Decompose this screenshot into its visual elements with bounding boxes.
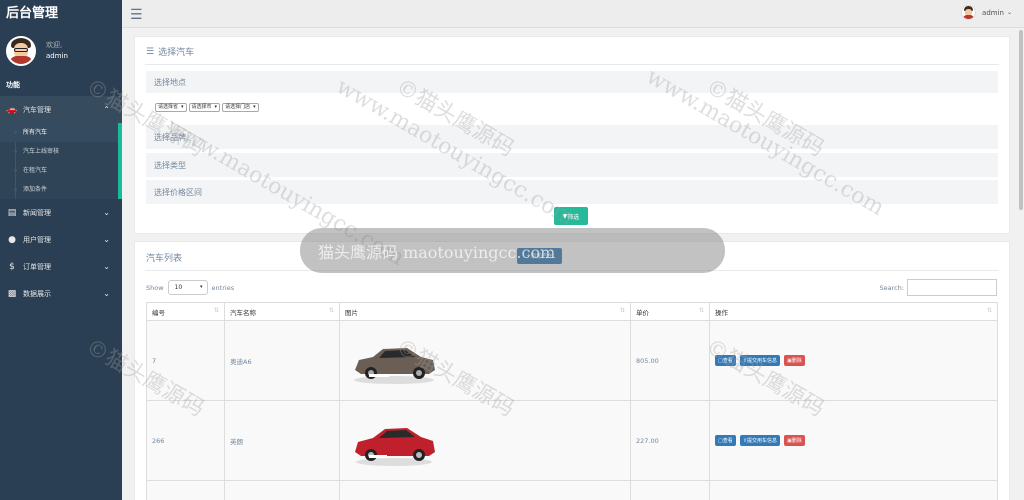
welcome-text: 欢迎, <box>46 41 63 49</box>
entries-length: Show 10 ▾ entries <box>146 280 234 295</box>
profile: 欢迎, admin <box>0 28 122 72</box>
user-menu[interactable]: admin ⌄ <box>961 5 1012 20</box>
sidebar-item-news[interactable]: ▤ 新闻管理 ⌄ <box>0 199 122 226</box>
sidebar-item-orders[interactable]: $ 订单管理 ⌄ <box>0 253 122 280</box>
bar-chart-icon: ▩ <box>7 288 17 299</box>
search-label: Search: <box>879 283 904 292</box>
cell-name: 英朗 <box>224 400 340 481</box>
entries-label: entries <box>211 283 235 292</box>
table-row <box>146 480 998 500</box>
view-button[interactable]: ▢ 查看 <box>715 355 736 366</box>
column-header-price[interactable]: 单价 ⇅ <box>630 302 710 321</box>
filter-panel: ☰ 选择汽车 选择地点 请选择省 ▾ 请选择市 ▾ 请选择门店 ▾ 选择品牌 选择类型… <box>134 36 1010 234</box>
cell-price: 227.00 <box>630 400 710 481</box>
watermark-banner: 猫头鹰源码 maotouyingcc.com <box>300 228 725 273</box>
submenu-car-review[interactable]: 汽车上线审核 <box>0 142 118 161</box>
submenu-add-condition[interactable]: 添加条件 <box>0 180 118 199</box>
table-row: 266 英朗 227.00 ▢ 查看 ⇧ 提交用车信息 ▣ 删除 <box>146 400 998 481</box>
submenu-rented-cars[interactable]: 在租汽车 <box>0 161 118 180</box>
delete-button[interactable]: ▣ 删除 <box>784 355 805 366</box>
car-table: 编号⇅ 汽车名称⇅ 图片⇅ 单价⇅ 操作⇅ 7 奥迪A6 805.00 <box>146 302 998 500</box>
show-label: Show <box>146 283 164 292</box>
sort-icon: ⇅ <box>698 307 704 314</box>
column-header-actions[interactable]: 操作 ⇅ <box>709 302 998 321</box>
newspaper-icon: ▤ <box>7 207 17 218</box>
submit-info-button[interactable]: ⇧ 提交用车信息 <box>739 355 781 366</box>
panel-title-text: 选择汽车 <box>158 48 195 58</box>
view-button[interactable]: ▢ 查看 <box>715 435 736 446</box>
cell-id: 7 <box>146 320 225 401</box>
sidebar-item-label: 新闻管理 <box>23 208 51 217</box>
chevron-down-icon: ⌄ <box>103 289 110 298</box>
column-header-id[interactable]: 编号 ⇅ <box>146 302 225 321</box>
sidebar-item-users[interactable]: ● 用户管理 ⌄ <box>0 226 122 253</box>
store-select[interactable]: 请选择门店 ▾ <box>222 102 259 112</box>
city-select[interactable]: 请选择市 ▾ <box>188 102 221 112</box>
sidebar-item-data[interactable]: ▩ 数据展示 ⌄ <box>0 280 122 307</box>
car-submenu: 所有汽车 汽车上线审核 在租汽车 添加条件 <box>0 123 122 199</box>
column-header-image[interactable]: 图片 ⇅ <box>339 302 631 321</box>
menu-toggle-icon[interactable]: ☰ <box>130 7 143 23</box>
list-icon: ☰ <box>146 46 155 57</box>
dollar-icon: $ <box>9 261 15 272</box>
column-header-name[interactable]: 汽车名称 ⇅ <box>224 302 340 321</box>
filter-brand-label[interactable]: 选择品牌 <box>146 125 998 149</box>
list-title: 汽车列表 <box>146 254 183 264</box>
sort-icon: ⇅ <box>213 307 219 314</box>
cell-name: 奥迪A6 <box>224 320 340 401</box>
sidebar-item-label: 用户管理 <box>23 235 51 244</box>
table-search: Search: <box>879 279 997 296</box>
sidebar: 后台管理 欢迎, admin 功能 🚗 汽车管理 ⌃ 所有汽车 汽车上线审核 在… <box>0 0 122 500</box>
cell-actions: ▢ 查看 ⇧ 提交用车信息 ▣ 删除 <box>709 400 998 481</box>
user-icon: ● <box>8 234 16 245</box>
filter-panel-title: ☰ 选择汽车 <box>146 45 195 59</box>
filter-type-label[interactable]: 选择类型 <box>146 153 998 177</box>
topbar: ☰ admin ⌄ <box>122 0 1024 28</box>
chevron-down-icon: ⌄ <box>103 235 110 244</box>
submenu-all-cars[interactable]: 所有汽车 <box>0 123 118 142</box>
cell-image <box>339 400 631 481</box>
chevron-down-icon: ⌄ <box>103 208 110 217</box>
cell-price: 805.00 <box>630 320 710 401</box>
location-selects: 请选择省 ▾ 请选择市 ▾ 请选择门店 ▾ <box>146 95 998 119</box>
sort-icon: ⇅ <box>619 307 625 314</box>
car-image <box>354 347 435 384</box>
chevron-up-icon: ⌃ <box>103 105 110 114</box>
sort-icon: ⇅ <box>328 307 334 314</box>
avatar <box>961 5 977 20</box>
chevron-down-icon: ⌄ <box>1006 9 1012 16</box>
avatar <box>6 36 36 66</box>
delete-button[interactable]: ▣ 删除 <box>784 435 805 446</box>
car-image <box>355 427 435 466</box>
cell-image <box>339 320 631 401</box>
scrollbar-thumb[interactable] <box>1019 30 1023 210</box>
sidebar-item-label: 订单管理 <box>23 262 51 271</box>
filter-price-label[interactable]: 选择价格区间 <box>146 180 998 204</box>
entries-select[interactable]: 10 ▾ <box>167 280 208 295</box>
chevron-down-icon: ⌄ <box>103 262 110 271</box>
sidebar-item-label: 数据展示 <box>23 289 51 298</box>
table-row: 7 奥迪A6 805.00 ▢ 查看 ⇧ 提交用车信息 ▣ 删除 <box>146 320 998 401</box>
cell-actions: ▢ 查看 ⇧ 提交用车信息 ▣ 删除 <box>709 320 998 401</box>
sidebar-item-cars[interactable]: 🚗 汽车管理 ⌃ <box>0 96 122 123</box>
profile-username: admin <box>46 52 68 60</box>
car-list-panel: 汽车列表 + 添加汽车 Show 10 ▾ entries Search: 编号 ⇅ … <box>134 241 1010 500</box>
province-select[interactable]: 请选择省 ▾ <box>155 102 187 112</box>
search-input[interactable] <box>907 279 997 296</box>
sort-icon: ⇅ <box>986 307 992 314</box>
sidebar-item-label: 汽车管理 <box>23 105 51 114</box>
cell-id: 266 <box>146 400 225 481</box>
submit-info-button[interactable]: ⇧ 提交用车信息 <box>739 435 781 446</box>
filter-location-label: 选择地点 <box>146 71 998 93</box>
brand-title[interactable]: 后台管理 <box>0 0 122 28</box>
section-title: 功能 <box>6 81 20 89</box>
topbar-username: admin <box>982 8 1004 17</box>
filter-button[interactable]: ▼ 筛选 <box>554 207 588 225</box>
car-icon: 🚗 <box>6 104 18 115</box>
